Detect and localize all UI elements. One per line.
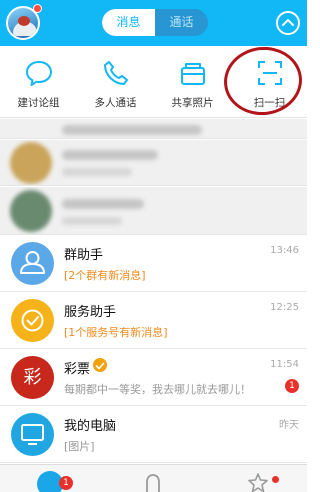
bottom-nav: 1 — [0, 464, 307, 492]
blurred-text — [62, 199, 144, 209]
group-assistant-avatar — [11, 242, 54, 285]
menu-label: 共享照片 — [171, 97, 214, 109]
notification-dot — [33, 4, 42, 13]
blurred-text — [62, 217, 122, 225]
chat-item-lottery[interactable]: 彩 彩票 每期都中一等奖，我去哪儿就去哪儿！ 11:54 1 — [0, 350, 307, 406]
chat-time: 昨天 — [279, 420, 299, 431]
blurred-avatar — [10, 190, 52, 232]
chat-title: 服务助手 — [64, 305, 117, 320]
chat-time: 13:46 — [270, 245, 299, 256]
check-shield-icon — [21, 309, 44, 332]
chat-title: 我的电脑 — [64, 419, 117, 434]
chat-preview: [1个服务号有新消息] — [64, 326, 168, 339]
nav-notification-dot — [272, 476, 279, 483]
monitor-icon — [21, 424, 44, 445]
chat-item-group-assistant[interactable]: 群助手 [2个群有新消息] 13:46 — [0, 236, 307, 292]
chat-item-my-computer[interactable]: 我的电脑 [图片] 昨天 — [0, 407, 307, 463]
chat-time: 11:54 — [270, 359, 299, 370]
chat-preview: [2个群有新消息] — [64, 269, 146, 282]
verified-icon — [93, 358, 107, 372]
chat-title: 群助手 — [64, 248, 104, 263]
top-bar: 消息 通话 — [0, 0, 307, 46]
nav-unread-badge: 1 — [59, 476, 73, 490]
wallet-icon — [181, 63, 205, 85]
blurred-text — [62, 125, 202, 135]
menu-label: 多人通话 — [94, 97, 137, 109]
checkmark-icon — [95, 362, 105, 370]
chat-title: 彩票 — [64, 362, 91, 377]
blurred-text — [62, 168, 132, 176]
chat-bubble-icon — [26, 61, 52, 86]
menu-item-share-photos[interactable]: 共享照片 — [154, 46, 231, 118]
phone-icon — [104, 61, 128, 85]
chat-time: 12:25 — [270, 302, 299, 313]
chat-item-service-assistant[interactable]: 服务助手 [1个服务号有新消息] 12:25 — [0, 293, 307, 349]
lottery-avatar: 彩 — [11, 356, 54, 399]
tab-messages[interactable]: 消息 — [102, 9, 155, 36]
contacts-icon[interactable] — [143, 472, 163, 492]
my-computer-avatar — [11, 413, 54, 456]
chat-preview: 每期都中一等奖，我去哪儿就去哪儿！ — [64, 383, 251, 396]
chat-preview: [图片] — [64, 440, 95, 453]
message-call-switch: 消息 通话 — [102, 9, 208, 36]
list-item[interactable] — [0, 119, 307, 139]
chevron-up-icon — [282, 19, 294, 26]
list-item[interactable] — [0, 140, 307, 186]
service-assistant-avatar — [11, 299, 54, 342]
list-item[interactable] — [0, 187, 307, 235]
tab-calls[interactable]: 通话 — [155, 9, 208, 36]
star-icon[interactable] — [247, 472, 269, 492]
avatar-detail — [18, 16, 30, 26]
blurred-avatar — [10, 142, 52, 184]
group-people-icon — [20, 251, 45, 274]
collapse-menu-button[interactable] — [276, 11, 300, 35]
menu-label: 建讨论组 — [17, 97, 60, 109]
unread-badge: 1 — [285, 379, 299, 393]
menu-item-create-group[interactable]: 建讨论组 — [0, 46, 77, 118]
menu-item-group-call[interactable]: 多人通话 — [77, 46, 154, 118]
blurred-text — [62, 150, 158, 160]
